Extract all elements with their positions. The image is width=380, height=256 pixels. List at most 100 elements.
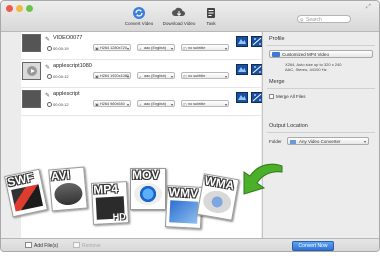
- zoom-window-button[interactable]: [26, 5, 33, 12]
- profile-value: Customized MP4 Video: [282, 52, 329, 57]
- audio-stream-icon: ♪: [139, 46, 141, 51]
- minimize-window-button[interactable]: [16, 5, 23, 12]
- curved-arrow-icon: [243, 163, 283, 195]
- video-stream-value: H264 1920x1080: [100, 74, 129, 78]
- subtitle-select[interactable]: ◫ no subtitle ▾: [181, 100, 229, 107]
- output-location-heading: Output Location: [269, 123, 308, 129]
- folder-value: Any Video Converter: [299, 139, 341, 144]
- duration-text: 00:00:19: [53, 46, 69, 51]
- file-duration: 00:00:19: [47, 46, 69, 51]
- format-label: MOV: [132, 168, 160, 182]
- format-art: [201, 188, 233, 216]
- file-duration: 00:00:12: [47, 74, 69, 79]
- hd-label: HD: [112, 211, 126, 222]
- subtitle-value: no subtitle: [188, 102, 206, 106]
- subtitle-select[interactable]: ◫ no subtitle ▾: [181, 72, 229, 79]
- mp4-profile-icon: [272, 52, 280, 57]
- folder-icon: [290, 140, 296, 144]
- search-placeholder: Search: [306, 17, 322, 23]
- subtitle-value: no subtitle: [188, 46, 206, 50]
- audio-stream-select[interactable]: ♪ aac (English) ▾: [137, 72, 175, 79]
- file-row[interactable]: ✎ VIDEO0077 00:00:19 ▣ H264 1280x720 ▾ ♪ aa…: [21, 32, 263, 60]
- convert-now-button[interactable]: Convert Now: [292, 241, 334, 251]
- convert-video-tool[interactable]: Convert Video: [117, 6, 161, 26]
- clock-icon: [47, 102, 52, 107]
- profile-select-button[interactable]: Customized MP4 Video: [269, 50, 373, 58]
- format-label: AVI: [50, 167, 71, 184]
- toolbar: Convert Video Download Video Task ⚲ Sear…: [1, 1, 379, 32]
- format-art: [169, 200, 199, 224]
- file-duration: 00:00:12: [47, 102, 69, 107]
- format-art: [53, 181, 84, 207]
- profile-desc-line-2: AAC, Stereo, 44100 Hz: [285, 67, 327, 72]
- search-input[interactable]: ⚲ Search: [297, 15, 351, 24]
- folder-label: Folder: [269, 139, 282, 144]
- video-stream-icon: ▣: [95, 102, 99, 107]
- audio-stream-value: aac (English): [144, 102, 167, 106]
- audio-stream-icon: ♪: [139, 74, 141, 79]
- video-stream-select[interactable]: ▣ H264 1280x720 ▾: [93, 44, 131, 51]
- file-name: VIDEO0077: [53, 35, 83, 41]
- chevron-down-icon: ▾: [363, 139, 366, 144]
- task-label: Task: [206, 21, 216, 26]
- audio-stream-value: aac (English): [144, 74, 167, 78]
- clip-edit-icon[interactable]: [236, 64, 248, 75]
- chevron-down-icon: ▾: [170, 46, 173, 51]
- chevron-down-icon: ▾: [126, 74, 129, 79]
- play-icon: [27, 66, 37, 76]
- swf-format-icon: SWF: [4, 168, 48, 218]
- convert-icon: [133, 7, 145, 19]
- merge-heading: Merge: [269, 79, 285, 85]
- format-label: MP4: [92, 181, 119, 197]
- chevron-down-icon: ▾: [126, 46, 129, 51]
- video-stream-value: H264 1280x720: [100, 46, 127, 50]
- cloud-download-icon: [172, 7, 185, 17]
- chevron-down-icon: ▾: [170, 102, 173, 107]
- task-tool[interactable]: Task: [189, 6, 233, 26]
- audio-stream-icon: ♪: [139, 102, 141, 107]
- format-art: [11, 184, 44, 212]
- clip-edit-icon[interactable]: [236, 36, 248, 47]
- convert-video-label: Convert Video: [124, 21, 154, 26]
- video-stream-icon: ▣: [95, 46, 99, 51]
- clip-edit-icon[interactable]: [236, 92, 248, 103]
- divider: [267, 88, 375, 89]
- audio-stream-select[interactable]: ♪ aac (English) ▾: [137, 100, 175, 107]
- rename-pencil-icon[interactable]: ✎: [45, 64, 50, 71]
- video-stream-value: H264 960x540: [100, 102, 125, 106]
- video-stream-select[interactable]: ▣ H264 1920x1080 ▾: [93, 72, 131, 79]
- close-window-button[interactable]: [6, 5, 13, 12]
- video-stream-icon: ▣: [95, 74, 99, 79]
- task-icon: [207, 8, 215, 18]
- merge-all-label: Merge All Files: [276, 94, 306, 99]
- folder-select[interactable]: Any Video Converter ▾: [287, 137, 369, 145]
- subtitle-value: no subtitle: [188, 74, 206, 78]
- divider: [267, 45, 375, 46]
- rename-pencil-icon[interactable]: ✎: [45, 36, 50, 43]
- format-label: WMA: [203, 173, 236, 193]
- audio-stream-select[interactable]: ♪ aac (English) ▾: [137, 44, 175, 51]
- profile-description: X264, Auto size up to 320 x 240 AAC, Ste…: [285, 62, 342, 72]
- convert-now-label: Convert Now: [298, 243, 328, 249]
- chevron-down-icon: ▾: [224, 46, 227, 51]
- file-row[interactable]: ✎ applescript1080 00:00:12 ▣ H264 1920x10…: [21, 60, 263, 88]
- avi-format-icon: AVI: [48, 166, 88, 212]
- format-badges: SWF AVI MP4 HD MOV WMV WMA: [0, 148, 290, 256]
- merge-all-checkbox[interactable]: [269, 94, 274, 99]
- chevron-down-icon: ▾: [224, 102, 227, 107]
- clock-icon: [47, 74, 52, 79]
- video-thumbnail: [22, 34, 41, 52]
- file-row[interactable]: ✎ applescript 00:00:12 ▣ H264 960x540 ▾ ♪ a…: [21, 88, 263, 116]
- duration-text: 00:00:12: [53, 102, 69, 107]
- format-art: [134, 183, 162, 205]
- fullscreen-icon[interactable]: ⤢: [366, 4, 371, 11]
- format-label: WMV: [168, 185, 199, 201]
- subtitle-icon: ◫: [183, 74, 187, 79]
- video-stream-select[interactable]: ▣ H264 960x540 ▾: [93, 100, 131, 107]
- chevron-down-icon: ▾: [170, 74, 173, 79]
- file-name: applescript: [53, 91, 80, 97]
- subtitle-select[interactable]: ◫ no subtitle ▾: [181, 44, 229, 51]
- rename-pencil-icon[interactable]: ✎: [45, 92, 50, 99]
- chevron-down-icon: ▾: [126, 102, 129, 107]
- mov-format-icon: MOV: [130, 168, 166, 210]
